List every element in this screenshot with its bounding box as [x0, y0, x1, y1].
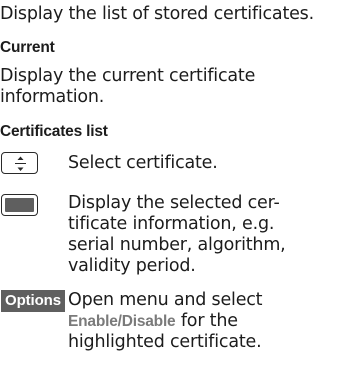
intro-text: Display the list of stored certificates.: [0, 4, 314, 24]
softkey-fill: [5, 198, 34, 212]
options-description-after: for the: [175, 311, 238, 331]
centre-softkey-icon: [1, 194, 38, 216]
current-heading: Current: [0, 39, 55, 56]
current-description: Display the current certificate informat…: [0, 66, 256, 107]
display-info-description: Display the selected cer-tificate inform…: [68, 193, 286, 276]
options-description-before: Open menu and select: [68, 290, 263, 310]
manual-page: Display the list of stored certificates.…: [0, 0, 341, 372]
navigation-key-up-down-icon: [1, 152, 38, 174]
up-down-arrow-icon: [15, 156, 26, 171]
options-description: Open menu and select Enable/Disable for …: [68, 290, 341, 353]
enable-label: Enable: [68, 313, 118, 330]
disable-label: Disable: [121, 313, 176, 330]
options-key-label: Options: [1, 290, 65, 312]
certificates-list-heading: Certificates list: [0, 123, 108, 140]
select-certificate-description: Select certificate.: [68, 153, 218, 173]
options-description-tail: highlighted certificate.: [68, 332, 262, 352]
